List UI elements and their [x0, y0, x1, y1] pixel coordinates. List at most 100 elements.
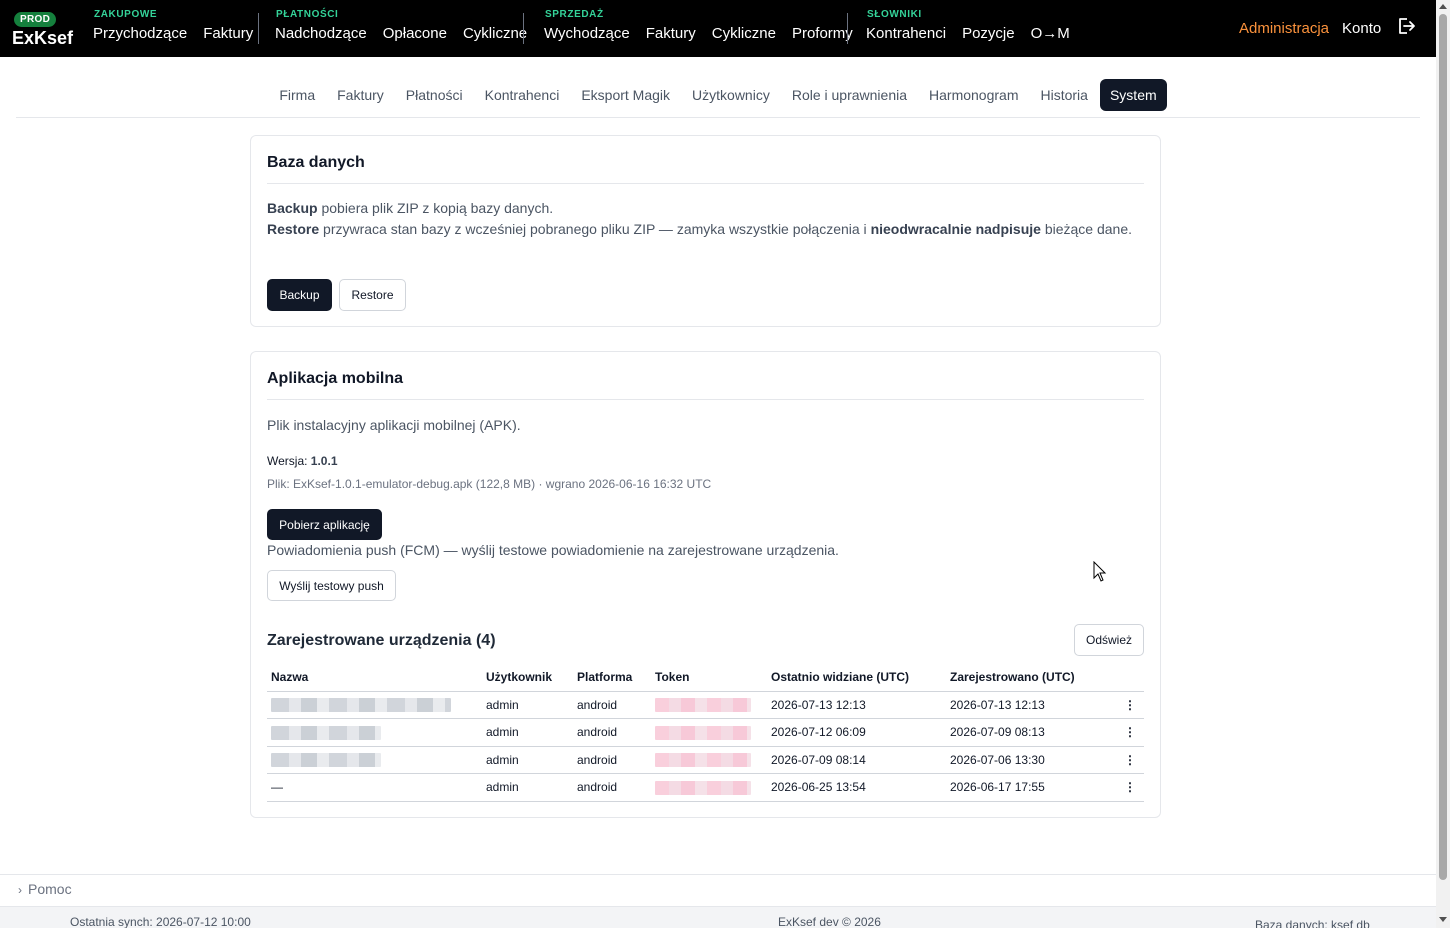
nav-separator — [847, 13, 848, 44]
device-user: admin — [482, 691, 573, 719]
column-header[interactable]: Zarejestrowano (UTC) — [946, 664, 1116, 692]
nav-sales-outgoing[interactable]: Wychodzące — [544, 25, 630, 42]
redacted-token — [655, 753, 751, 768]
tab-roles[interactable]: Role i uprawnienia — [782, 79, 917, 111]
tab-company[interactable]: Firma — [269, 79, 325, 111]
device-last-seen: 2026-06-25 13:54 — [767, 773, 946, 802]
download-app-button[interactable]: Pobierz aplikację — [267, 509, 382, 540]
scrollbar-thumb[interactable] — [1439, 14, 1447, 880]
more-vertical-icon[interactable]: ⋮ — [1116, 773, 1144, 802]
backup-button[interactable]: Backup — [267, 279, 332, 311]
column-header[interactable]: Ostatnio widziane (UTC) — [767, 664, 946, 692]
nav-payments-recurring[interactable]: Cykliczne — [463, 25, 527, 42]
device-registered: 2026-07-06 13:30 — [946, 746, 1116, 774]
help-divider — [0, 874, 1436, 875]
app-logo[interactable]: ExKsef — [12, 28, 82, 49]
more-vertical-icon[interactable]: ⋮ — [1116, 691, 1144, 719]
database-name: Baza danych: ksef db — [1255, 918, 1370, 928]
tab-contractors[interactable]: Kontrahenci — [475, 79, 570, 111]
table-header-row: Nazwa Użytkownik Platforma Token Ostatni… — [267, 664, 1144, 692]
push-description: Powiadomienia push (FCM) — wyślij testow… — [267, 542, 839, 558]
database-description: Backup pobiera plik ZIP z kopią bazy dan… — [267, 198, 1144, 240]
mouse-pointer-icon — [1093, 561, 1107, 582]
table-row[interactable]: admin android 2026-07-13 12:13 2026-07-1… — [267, 691, 1144, 719]
chevron-right-icon: › — [18, 883, 22, 897]
nav-sales-proforma[interactable]: Proformy — [792, 25, 853, 42]
nav-account[interactable]: Konto — [1342, 20, 1381, 37]
help-label: Pomoc — [28, 881, 72, 897]
device-last-seen: 2026-07-12 06:09 — [767, 718, 946, 747]
device-token-cell — [651, 746, 767, 774]
apk-description: Plik instalacyjny aplikacji mobilnej (AP… — [267, 417, 521, 433]
column-header[interactable]: Platforma — [573, 664, 651, 692]
nav-dict-contractors[interactable]: Kontrahenci — [866, 25, 946, 42]
table-row[interactable]: admin android 2026-07-09 08:14 2026-07-0… — [267, 746, 1144, 774]
nav-administration[interactable]: Administracja — [1239, 20, 1329, 37]
nav-purchases-incoming[interactable]: Przychodzące — [93, 25, 187, 42]
tab-invoices[interactable]: Faktury — [327, 79, 394, 111]
database-card: Baza danych Backup pobiera plik ZIP z ko… — [250, 135, 1161, 327]
tab-schedule[interactable]: Harmonogram — [919, 79, 1028, 111]
restore-button[interactable]: Restore — [339, 279, 406, 311]
nav-dict-om[interactable]: O→M — [1031, 25, 1070, 42]
column-header-actions — [1116, 664, 1144, 692]
tab-system[interactable]: System — [1099, 79, 1167, 111]
vertical-scrollbar[interactable] — [1436, 0, 1450, 928]
nav-group-label: SŁOWNIKI — [867, 9, 922, 20]
refresh-button[interactable]: Odśwież — [1074, 624, 1144, 656]
card-title: Baza danych — [267, 154, 365, 171]
tab-users[interactable]: Użytkownicy — [682, 79, 780, 111]
backup-description: pobiera plik ZIP z kopią bazy danych. — [317, 200, 554, 216]
table-row[interactable]: — admin android 2026-06-25 13:54 2026-06… — [267, 773, 1144, 802]
device-token-cell — [651, 691, 767, 719]
device-last-seen: 2026-07-13 12:13 — [767, 691, 946, 719]
last-sync: Ostatnia synch: 2026-07-12 10:00 — [70, 915, 251, 928]
nav-group-label: ZAKUPOWE — [94, 9, 158, 20]
admin-tabs: Firma Faktury Płatności Kontrahenci Eksport … — [0, 79, 1436, 111]
tab-payments[interactable]: Płatności — [396, 79, 473, 111]
card-divider — [267, 399, 1144, 400]
nav-purchases-invoices[interactable]: Faktury — [203, 25, 253, 42]
card-title: Aplikacja mobilna — [267, 370, 404, 387]
devices-table: Nazwa Użytkownik Platforma Token Ostatni… — [267, 664, 1144, 802]
column-header[interactable]: Token — [651, 664, 767, 692]
device-user: admin — [482, 773, 573, 802]
device-last-seen: 2026-07-09 08:14 — [767, 746, 946, 774]
device-user: admin — [482, 746, 573, 774]
redacted-token — [655, 698, 751, 713]
device-user: admin — [482, 718, 573, 747]
nav-dict-items[interactable]: Pozycje — [962, 25, 1015, 42]
apk-file-info: Plik: ExKsef-1.0.1-emulator-debug.apk (1… — [267, 477, 712, 491]
restore-description-end: bieżące dane. — [1040, 221, 1133, 237]
column-header[interactable]: Użytkownik — [482, 664, 573, 692]
mobile-app-card: Aplikacja mobilna Plik instalacyjny apli… — [250, 351, 1161, 818]
nav-sales-recurring[interactable]: Cykliczne — [712, 25, 776, 42]
nav-payments-paid[interactable]: Opłacone — [383, 25, 447, 42]
tab-export-magik[interactable]: Eksport Magik — [571, 79, 680, 111]
nav-sales-invoices[interactable]: Faktury — [646, 25, 696, 42]
more-vertical-icon[interactable]: ⋮ — [1116, 746, 1144, 774]
device-token-cell — [651, 773, 767, 802]
send-test-push-button[interactable]: Wyślij testowy push — [267, 570, 396, 601]
column-header[interactable]: Nazwa — [267, 664, 482, 692]
more-vertical-icon[interactable]: ⋮ — [1116, 718, 1144, 747]
brand[interactable]: PROD ExKsef — [12, 9, 82, 49]
nav-separator — [258, 13, 259, 44]
environment-badge: PROD — [14, 12, 57, 27]
tab-history[interactable]: Historia — [1031, 79, 1098, 111]
device-registered: 2026-07-09 08:13 — [946, 718, 1116, 747]
scroll-down-icon[interactable] — [1439, 917, 1447, 922]
help-toggle[interactable]: › Pomoc — [18, 881, 72, 897]
device-name-cell — [267, 718, 482, 747]
table-row[interactable]: admin android 2026-07-12 06:09 2026-07-0… — [267, 718, 1144, 747]
tabs-divider — [16, 117, 1420, 118]
scroll-up-icon[interactable] — [1439, 4, 1447, 9]
redacted-device-name — [271, 725, 381, 740]
version-value: 1.0.1 — [310, 454, 338, 468]
nav-group-label: PŁATNOŚCI — [276, 9, 339, 20]
nav-payments-upcoming[interactable]: Nadchodzące — [275, 25, 367, 42]
device-registered: 2026-06-17 17:55 — [946, 773, 1116, 802]
logout-icon[interactable] — [1396, 16, 1416, 36]
restore-term: Restore — [267, 221, 320, 237]
device-name-cell — [267, 691, 482, 719]
